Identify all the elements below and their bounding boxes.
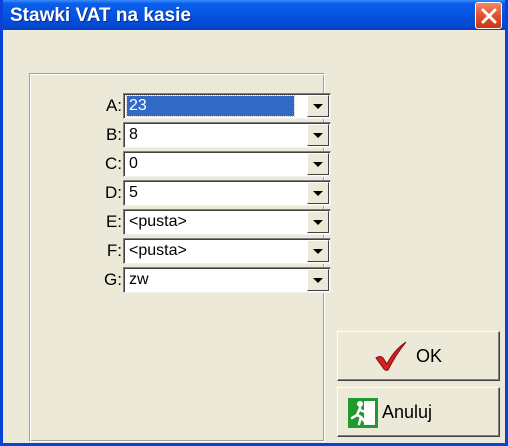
- rate-label: B:: [105, 125, 122, 144]
- rate-combo-b[interactable]: 8: [123, 122, 331, 148]
- close-icon: [481, 8, 497, 24]
- rate-value: 8: [129, 126, 138, 143]
- ok-button[interactable]: OK: [337, 331, 500, 381]
- rate-combo-f[interactable]: <pusta>: [123, 238, 331, 264]
- rate-value: 0: [129, 155, 138, 172]
- title-bar[interactable]: Stawki VAT na kasie: [3, 0, 505, 30]
- dialog-window: Stawki VAT na kasie A: 23 B: 8 C: 0 D: 5…: [0, 0, 508, 446]
- chevron-down-icon[interactable]: [307, 240, 329, 262]
- rate-label: A:: [105, 96, 122, 115]
- rate-label: D:: [105, 183, 122, 202]
- rate-label: G:: [104, 270, 122, 289]
- chevron-down-icon[interactable]: [307, 269, 329, 291]
- rate-value: <pusta>: [129, 242, 187, 259]
- cancel-button[interactable]: Anuluj: [337, 387, 500, 437]
- rate-value: <pusta>: [129, 213, 187, 230]
- cancel-button-label: Anuluj: [382, 402, 433, 422]
- chevron-down-icon[interactable]: [307, 153, 329, 175]
- checkmark-icon: [375, 341, 407, 371]
- chevron-down-icon[interactable]: [307, 95, 329, 117]
- chevron-down-icon[interactable]: [307, 211, 329, 233]
- chevron-down-icon[interactable]: [307, 182, 329, 204]
- rate-combo-g[interactable]: zw: [123, 267, 331, 293]
- rate-value: zw: [129, 271, 149, 288]
- rate-label: E:: [105, 212, 122, 231]
- rate-label: F:: [106, 241, 122, 260]
- rate-combo-d[interactable]: 5: [123, 180, 331, 206]
- rate-combo-c[interactable]: 0: [123, 151, 331, 177]
- window-title: Stawki VAT na kasie: [10, 5, 191, 26]
- vat-rates-group: A: 23 B: 8 C: 0 D: 5 E: <pusta> F: <pust…: [29, 73, 331, 442]
- exit-door-icon: [348, 398, 378, 428]
- rate-combo-a[interactable]: 23: [123, 93, 331, 119]
- rate-value: 23: [126, 95, 295, 117]
- ok-button-label: OK: [416, 346, 443, 366]
- rate-label: C:: [105, 154, 122, 173]
- close-button[interactable]: [475, 2, 502, 29]
- rate-value: 5: [129, 184, 138, 201]
- chevron-down-icon[interactable]: [307, 124, 329, 146]
- rate-combo-e[interactable]: <pusta>: [123, 209, 331, 235]
